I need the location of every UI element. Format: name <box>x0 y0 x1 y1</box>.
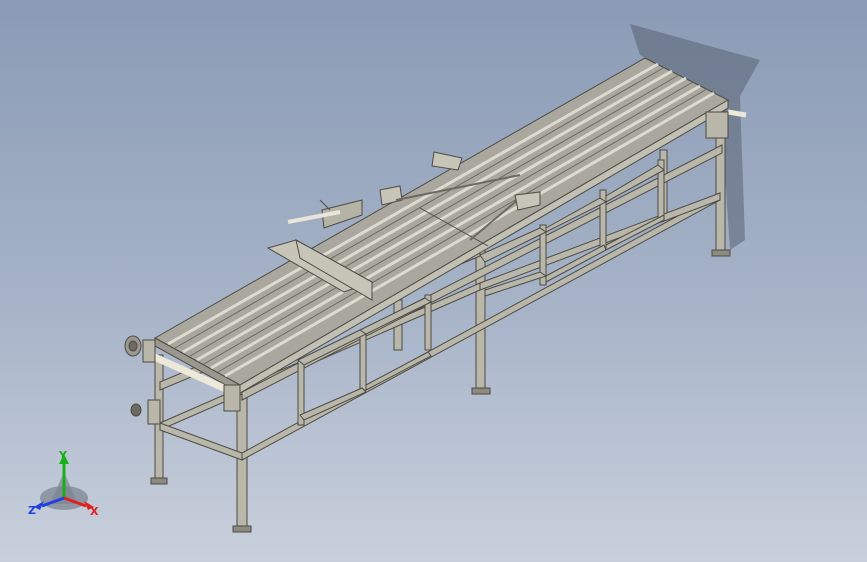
graphics-viewport[interactable]: X Y Z <box>0 0 867 562</box>
conveyor-model[interactable] <box>0 0 867 562</box>
axis-triad: X Y Z <box>26 448 106 524</box>
x-axis-label: X <box>90 505 99 518</box>
z-axis-label: Z <box>28 504 36 517</box>
y-axis-label: Y <box>59 449 67 462</box>
